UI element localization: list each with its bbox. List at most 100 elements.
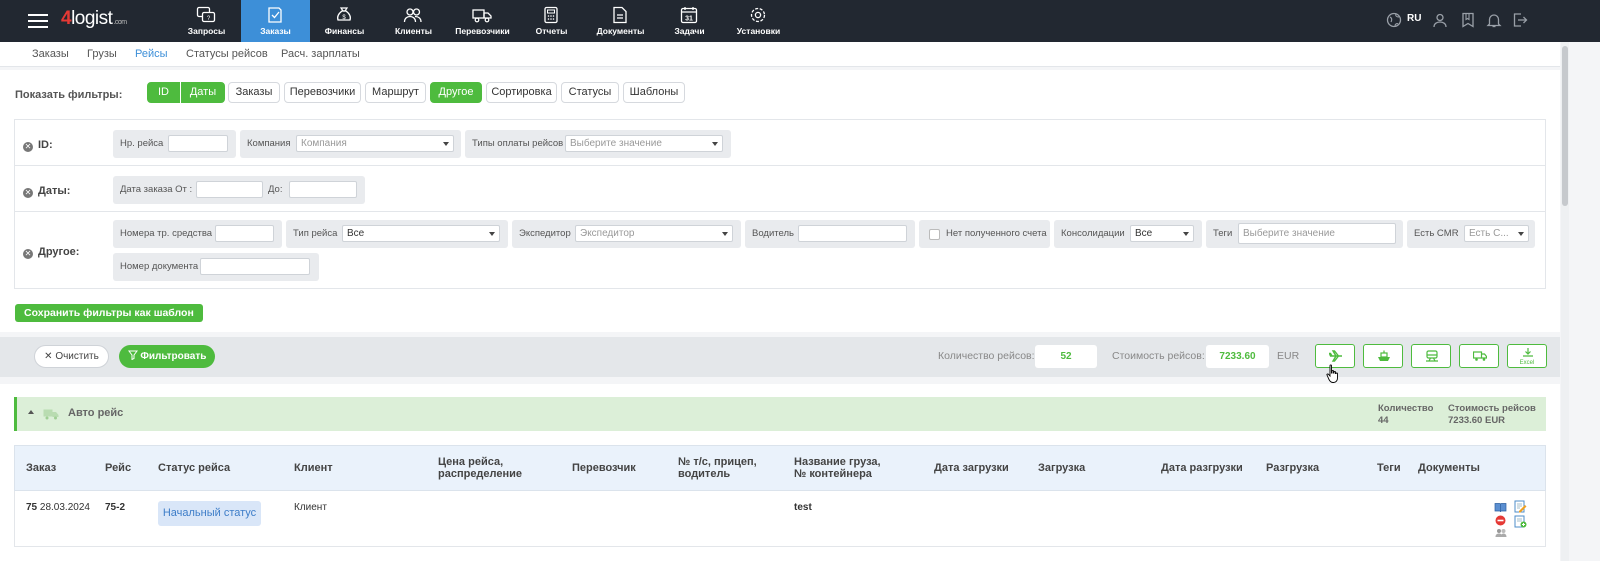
subnav-salary[interactable]: Расч. зарплаты	[281, 48, 360, 60]
order-date-filter: Дата заказа От : До:	[113, 176, 365, 204]
bell-icon[interactable]	[1486, 12, 1502, 28]
collapse-icon[interactable]	[28, 410, 34, 414]
column-header[interactable]: Перевозчик	[572, 462, 636, 474]
nav-item-finance[interactable]: $ Финансы	[310, 0, 379, 42]
column-header[interactable]: Название груза, № контейнера	[794, 456, 894, 480]
cmr-select[interactable]: Есть С...	[1464, 225, 1529, 242]
cmr-placeholder: Есть С...	[1469, 228, 1509, 239]
status-badge[interactable]: Начальный статус	[158, 501, 261, 526]
column-header[interactable]: Разгрузка	[1266, 462, 1319, 474]
trip-cost-label: Стоимость рейсов:	[1112, 350, 1205, 362]
column-header[interactable]: Теги	[1377, 462, 1401, 474]
subnav-orders[interactable]: Заказы	[32, 48, 69, 60]
nav-item-documents[interactable]: Документы	[586, 0, 655, 42]
no-invoice-filter: Нет полученного счета	[919, 220, 1050, 248]
remove-filter-icon[interactable]: ✕	[23, 249, 33, 259]
column-header[interactable]: Дата разгрузки	[1161, 462, 1243, 474]
globe-icon[interactable]	[1386, 12, 1402, 28]
column-header[interactable]: Клиент	[294, 462, 333, 474]
nav-item-requests[interactable]: ? Запросы	[172, 0, 241, 42]
column-header[interactable]: Заказ	[26, 462, 56, 474]
nav-item-reports[interactable]: Отчеты	[517, 0, 586, 42]
payment-type-placeholder: Выберите значение	[570, 138, 662, 149]
filter-toggle-other[interactable]: Другое	[430, 82, 482, 103]
logout-icon[interactable]	[1512, 12, 1528, 28]
column-header[interactable]: Загрузка	[1038, 462, 1085, 474]
people-icon[interactable]	[1495, 528, 1507, 537]
nav-item-orders[interactable]: Заказы	[241, 0, 310, 42]
order-number[interactable]: 75	[26, 502, 37, 513]
remove-filter-icon[interactable]: ✕	[23, 188, 33, 198]
delete-icon[interactable]	[1495, 515, 1506, 526]
save-filters-template-button[interactable]: Сохранить фильтры как шаблон	[15, 304, 203, 322]
column-header[interactable]: Статус рейса	[158, 462, 230, 474]
forwarder-select[interactable]: Экспедитор	[575, 225, 733, 242]
edit-document-icon[interactable]	[1514, 500, 1527, 513]
filter-toggle-sorting[interactable]: Сортировка	[486, 82, 557, 103]
client-cell[interactable]: Клиент	[294, 502, 327, 513]
logo[interactable]: 4logist.com	[61, 8, 127, 30]
table-row[interactable]: 75 28.03.2024 75-2 Начальный статус Клие…	[14, 491, 1546, 547]
page-scrollbar[interactable]	[1561, 42, 1569, 561]
funnel-icon	[127, 350, 138, 361]
document-number-input[interactable]	[200, 258, 310, 275]
nav-label: Установки	[736, 26, 781, 36]
currency-label: EUR	[1277, 350, 1300, 362]
ship-trips-button[interactable]	[1363, 344, 1403, 368]
tags-select[interactable]: Выберите значение	[1238, 223, 1396, 244]
book-icon[interactable]	[1494, 502, 1507, 513]
remove-filter-icon[interactable]: ✕	[23, 142, 33, 152]
column-header[interactable]: Цена рейса, распределение	[438, 456, 538, 480]
trip-type-select[interactable]: Все	[342, 225, 500, 242]
filter-toggle-orders[interactable]: Заказы	[228, 82, 280, 103]
svg-text:31: 31	[685, 16, 693, 23]
auto-trip-group[interactable]: Авто рейс Количество 44 Стоимость рейсов 7…	[14, 397, 1546, 431]
excel-label: Excel	[1519, 360, 1535, 366]
filter-toggle-route[interactable]: Маршрут	[365, 82, 426, 103]
trip-number-input[interactable]	[168, 135, 228, 152]
filter-toggle-templates[interactable]: Шаблоны	[623, 82, 685, 103]
trip-number[interactable]: 75-2	[105, 502, 125, 513]
cmr-label: Есть CMR	[1414, 228, 1459, 239]
filter-toggle-dates[interactable]: Даты	[181, 82, 225, 103]
date-to-input[interactable]	[289, 181, 357, 198]
no-invoice-checkbox[interactable]	[929, 229, 940, 240]
driver-input[interactable]	[798, 225, 907, 242]
user-icon[interactable]	[1432, 12, 1448, 28]
column-header[interactable]: Документы	[1418, 462, 1480, 474]
column-header[interactable]: Дата загрузки	[934, 462, 1009, 474]
subnav-cargo[interactable]: Грузы	[87, 48, 117, 60]
order-cell[interactable]: 75 28.03.2024	[26, 502, 90, 513]
nav-item-tasks[interactable]: 31 Задачи	[655, 0, 724, 42]
vehicle-number-input[interactable]	[215, 225, 274, 242]
column-header[interactable]: Рейс	[105, 462, 131, 474]
no-invoice-label: Нет полученного счета	[946, 228, 1047, 239]
payment-type-select[interactable]: Выберите значение	[565, 135, 723, 152]
scrollbar-thumb[interactable]	[1562, 46, 1568, 206]
bookmark-icon[interactable]	[1460, 12, 1476, 28]
consolidation-select[interactable]: Все	[1130, 225, 1194, 242]
add-document-icon[interactable]	[1514, 515, 1527, 528]
filter-toggle-id[interactable]: ID	[147, 82, 180, 103]
subnav-trips[interactable]: Рейсы	[135, 48, 168, 60]
filter-toggle-statuses[interactable]: Статусы	[561, 82, 619, 103]
menu-icon[interactable]	[28, 11, 48, 29]
date-from-input[interactable]	[196, 181, 263, 198]
company-select[interactable]: Компания	[296, 135, 454, 152]
vehicle-number-filter: Номера тр. средства	[113, 220, 282, 248]
subnav-trip-statuses[interactable]: Статусы рейсов	[186, 48, 268, 60]
filter-toggle-carriers[interactable]: Перевозчики	[284, 82, 361, 103]
nav-item-carriers[interactable]: Перевозчики	[448, 0, 517, 42]
nav-label: Клиенты	[394, 26, 433, 36]
truck-trips-button[interactable]	[1459, 344, 1499, 368]
nav-item-clients[interactable]: Клиенты	[379, 0, 448, 42]
payment-type-label: Типы оплаты рейсов	[472, 138, 564, 149]
column-header[interactable]: № т/с, прицеп, водитель	[678, 456, 768, 480]
document-number-filter: Номер документа	[113, 253, 319, 281]
nav-item-settings[interactable]: Установки	[724, 0, 793, 42]
excel-export-button[interactable]: Excel	[1507, 344, 1547, 368]
language-switch[interactable]: RU	[1407, 13, 1421, 24]
clear-button[interactable]: ✕ Очистить	[34, 345, 109, 368]
rail-trips-button[interactable]	[1411, 344, 1451, 368]
filter-button[interactable]: Фильтровать	[119, 345, 215, 368]
